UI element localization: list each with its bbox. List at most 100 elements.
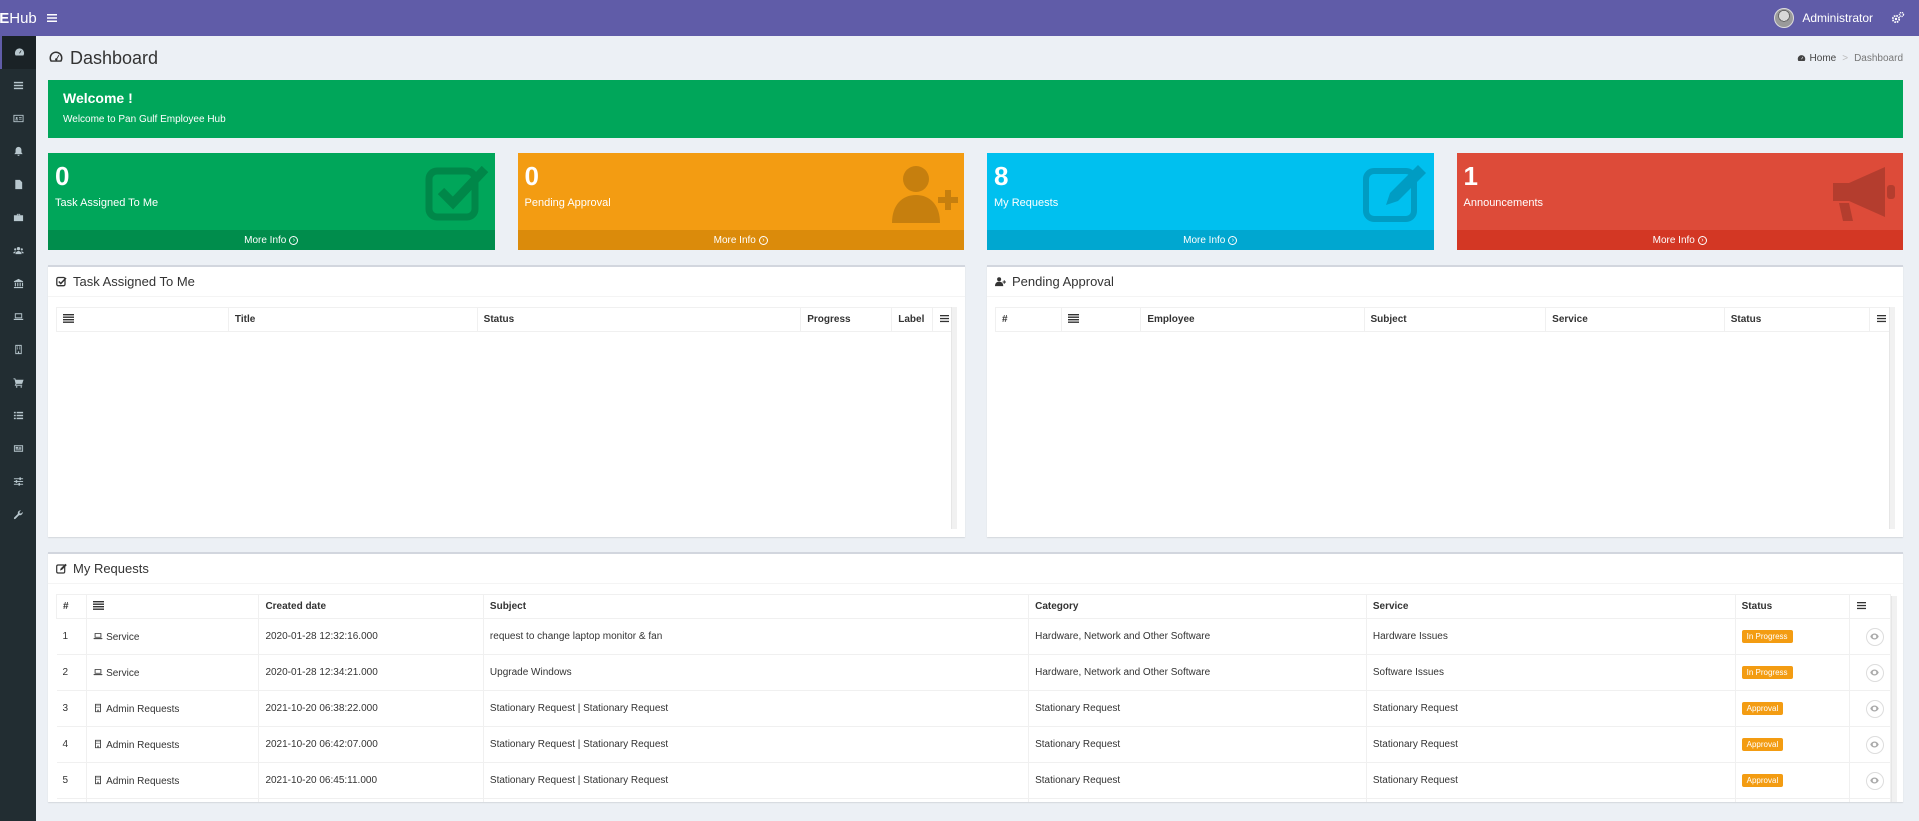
list-icon (1068, 313, 1080, 323)
sidebar-item-users[interactable] (0, 234, 36, 267)
view-button[interactable] (1865, 663, 1884, 682)
sidebar-item-briefcase[interactable] (0, 201, 36, 234)
stat-more-info-link[interactable]: More Info › (48, 230, 495, 250)
column-header-status[interactable]: Status (1734, 594, 1850, 619)
arrow-circle-right-icon: › (1697, 235, 1707, 245)
table-row[interactable]: 2 Service 2020-01-28 12:34:21.000 Upgrad… (56, 654, 1892, 691)
table-row[interactable]: 6 Business Trip 2021-10-22 11:09:01.000 … (56, 798, 1892, 802)
column-header-number[interactable]: # (994, 307, 1063, 332)
hamburger-icon (1877, 314, 1887, 322)
column-header-service[interactable]: Service (1365, 594, 1736, 619)
vertical-scrollbar[interactable] (1891, 596, 1897, 802)
sidebar-item-cart[interactable] (0, 366, 36, 399)
dashboard-icon (1797, 55, 1805, 61)
sidebar-item-tools[interactable] (0, 498, 36, 531)
request-type-label: Service (106, 667, 140, 679)
view-button[interactable] (1865, 699, 1884, 718)
row-actions (1849, 654, 1892, 691)
column-header-icon[interactable] (86, 594, 260, 619)
vertical-scrollbar[interactable] (1889, 307, 1895, 529)
status-badge: Approval (1741, 738, 1784, 751)
request-type: Business Trip (86, 798, 260, 802)
column-header-category[interactable]: Category (1028, 594, 1367, 619)
status-badge: In Progress (1741, 666, 1793, 679)
user-plus-icon (995, 277, 1006, 287)
column-menu-button[interactable] (1848, 594, 1892, 619)
view-button[interactable] (1865, 627, 1884, 646)
column-header-subject[interactable]: Subject (1363, 307, 1547, 332)
user-menu[interactable]: Administrator (1802, 11, 1873, 25)
request-service: Stationary Request (1366, 762, 1736, 799)
request-type: Service (86, 654, 260, 691)
edit-icon (1362, 165, 1426, 222)
main-content: Dashboard Home > Dashboard Welcome ! Wel… (48, 36, 1903, 802)
sidebar-item-building[interactable] (0, 333, 36, 366)
view-button[interactable] (1865, 771, 1884, 790)
cogs-icon[interactable] (1891, 11, 1905, 25)
sidebar-item-table-list[interactable] (0, 399, 36, 432)
created-date: 2021-10-20 06:42:07.000 (258, 726, 484, 763)
column-header-icon[interactable] (1061, 307, 1142, 332)
top-navbar: E Hub Administrator (0, 0, 1919, 36)
eye-icon (1870, 633, 1880, 640)
request-service: Hardware Issues (1366, 618, 1736, 655)
sidebar-item-list[interactable] (0, 69, 36, 102)
sidebar-item-notifications[interactable] (0, 135, 36, 168)
column-header-created-date[interactable]: Created date (258, 594, 484, 619)
file-icon (14, 179, 22, 190)
table-row[interactable]: 1 Service 2020-01-28 12:32:16.000 reques… (56, 618, 1892, 655)
column-header-status[interactable]: Status (1723, 307, 1871, 332)
eye-icon (1870, 669, 1880, 676)
status-badge: Approval (1741, 702, 1784, 715)
user-avatar[interactable] (1774, 8, 1795, 28)
request-category: Hardware, Network and Other Software (1028, 618, 1367, 655)
table-list-icon (13, 411, 23, 420)
stat-box-pending-approval: 0 Pending Approval More Info › (517, 153, 964, 250)
task-table: Title Status Progress Label (56, 307, 958, 332)
column-header-progress[interactable]: Progress (800, 307, 893, 332)
request-subject: Stationary Request | Stationary Request (483, 690, 1030, 727)
column-header-subject[interactable]: Subject (482, 594, 1030, 619)
app-logo[interactable]: E Hub (0, 0, 37, 36)
sidebar-item-dashboard[interactable] (0, 36, 36, 69)
hamburger-icon (47, 14, 57, 22)
row-number: 3 (56, 690, 88, 727)
created-date: 2020-01-28 12:34:21.000 (258, 654, 484, 691)
column-header-title[interactable]: Title (227, 307, 478, 332)
request-type-label: Admin Requests (106, 775, 180, 787)
created-date: 2021-10-20 06:45:11.000 (258, 762, 484, 799)
welcome-callout: Welcome ! Welcome to Pan Gulf Employee H… (48, 80, 1903, 138)
newspaper-icon (13, 445, 23, 452)
request-status: Approval (1735, 726, 1850, 763)
sidebar-item-documents[interactable] (0, 168, 36, 201)
sidebar-item-settings[interactable] (0, 465, 36, 498)
approval-table: # Employee Subject Service Status (994, 307, 1895, 332)
sidebar-item-laptop[interactable] (0, 300, 36, 333)
my-requests-panel: My Requests # Created date Subject Categ… (48, 552, 1903, 802)
vertical-scrollbar[interactable] (951, 307, 957, 529)
stat-box-announcements: 1 Announcements More Info › (1456, 153, 1903, 250)
breadcrumb-home-link[interactable]: Home (1810, 53, 1837, 64)
request-subject: Stationary Request | Stationary Request (483, 762, 1030, 799)
stat-more-info-link[interactable]: More Info › (987, 230, 1434, 250)
view-button[interactable] (1865, 735, 1884, 754)
column-header-label[interactable]: Label (891, 307, 933, 332)
table-row[interactable]: 4 Admin Requests 2021-10-20 06:42:07.000… (56, 726, 1892, 763)
column-header-icon[interactable] (56, 307, 229, 332)
sidebar-item-id-card[interactable] (0, 102, 36, 135)
table-row[interactable]: 5 Admin Requests 2021-10-20 06:45:11.000… (56, 762, 1892, 799)
stat-more-info-link[interactable]: More Info › (1456, 230, 1903, 250)
sidebar-toggle-button[interactable] (36, 0, 68, 36)
request-type-label: Service (106, 631, 140, 643)
table-row[interactable]: 3 Admin Requests 2021-10-20 06:38:22.000… (56, 690, 1892, 727)
column-header-number[interactable]: # (55, 594, 88, 619)
sidebar (0, 36, 36, 821)
stat-more-info-link[interactable]: More Info › (517, 230, 964, 250)
task-assigned-panel: Task Assigned To Me Title Status Progres… (48, 265, 965, 537)
column-header-status[interactable]: Status (476, 307, 802, 332)
column-header-employee[interactable]: Employee (1140, 307, 1365, 332)
column-header-service[interactable]: Service (1545, 307, 1725, 332)
sidebar-item-news[interactable] (0, 432, 36, 465)
sidebar-item-bank[interactable] (0, 267, 36, 300)
request-status: Approval (1735, 762, 1850, 799)
